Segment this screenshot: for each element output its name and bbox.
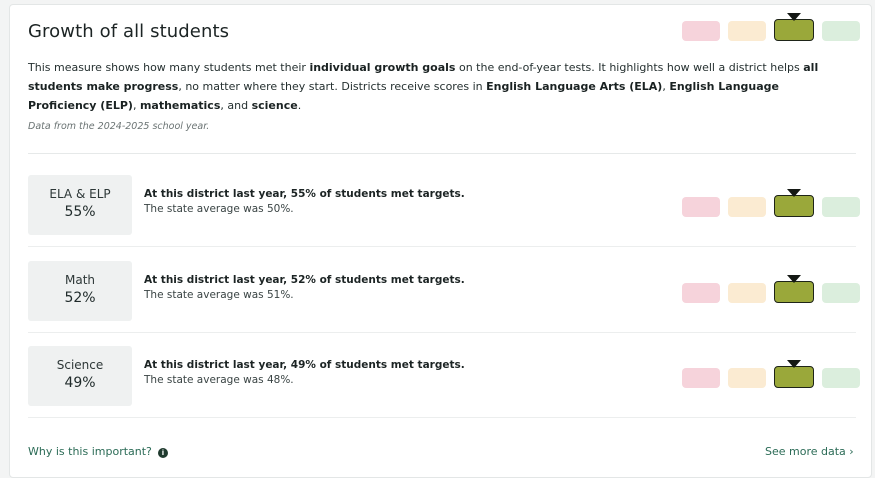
metric-rating-scale <box>682 360 860 388</box>
rating-segment-2 <box>728 197 766 217</box>
metric-rating-scale <box>682 189 860 217</box>
rating-marker-icon <box>787 275 801 283</box>
metric-state-average: The state average was 50%. <box>144 203 294 215</box>
metric-value: 55% <box>64 204 96 220</box>
description-text: . <box>297 99 302 112</box>
metric-label: Math <box>64 273 96 287</box>
metric-headline: At this district last year, 52% of stude… <box>144 274 465 286</box>
metric-row-ela-elp: ELA & ELP 55% At this district last year… <box>28 175 860 247</box>
metric-label: ELA & ELP <box>49 187 111 201</box>
rating-segment-4 <box>822 21 860 41</box>
description-text: This measure shows how many students met… <box>28 61 310 74</box>
card-title: Growth of all students <box>28 21 230 42</box>
description-text: , <box>132 99 140 112</box>
rating-segment-1 <box>682 21 720 41</box>
rating-segment-3-selected <box>774 275 814 303</box>
why-important-link[interactable]: Why is this important? i <box>28 445 168 458</box>
rating-segment-4 <box>822 283 860 303</box>
rating-segment-3-selected <box>774 360 814 388</box>
card-description: This measure shows how many students met… <box>28 58 848 115</box>
metric-state-average: The state average was 48%. <box>144 374 294 386</box>
rating-marker-icon <box>787 360 801 368</box>
metric-headline: At this district last year, 49% of stude… <box>144 359 465 371</box>
rating-segment-2 <box>728 21 766 41</box>
description-text: , and <box>220 99 252 112</box>
metric-badge: Science 49% <box>28 346 132 406</box>
data-source-note: Data from the 2024-2025 school year. <box>28 121 210 132</box>
metric-badge: Math 52% <box>28 261 132 321</box>
rating-segment-3-selected <box>774 13 814 41</box>
growth-card: Growth of all students This measure show… <box>9 4 872 478</box>
metric-value: 52% <box>64 290 96 306</box>
description-text: on the end-of-year tests. It highlights … <box>455 61 804 74</box>
description-emphasis: individual growth goals <box>309 61 456 74</box>
rating-segment-1 <box>682 368 720 388</box>
see-more-data-link[interactable]: See more data › <box>765 445 854 458</box>
overall-rating-scale <box>682 13 860 41</box>
metric-text: At this district last year, 49% of stude… <box>144 359 465 386</box>
row-divider <box>28 417 856 418</box>
row-divider <box>28 246 856 247</box>
rating-marker-icon <box>787 13 801 21</box>
metric-value: 49% <box>64 375 96 391</box>
rating-segment-3-selected <box>774 189 814 217</box>
rating-segment-2 <box>728 368 766 388</box>
rating-marker-icon <box>787 189 801 197</box>
rating-segment-4 <box>822 368 860 388</box>
metric-label: Science <box>56 358 104 372</box>
metric-rating-scale <box>682 275 860 303</box>
metric-text: At this district last year, 52% of stude… <box>144 274 465 301</box>
metric-row-math: Math 52% At this district last year, 52%… <box>28 261 860 333</box>
metric-badge: ELA & ELP 55% <box>28 175 132 235</box>
rating-segment-1 <box>682 197 720 217</box>
metric-headline: At this district last year, 55% of stude… <box>144 188 465 200</box>
info-icon: i <box>157 448 168 458</box>
description-emphasis: mathematics <box>139 99 221 112</box>
description-emphasis: science <box>251 99 298 112</box>
metric-text: At this district last year, 55% of stude… <box>144 188 465 215</box>
metric-state-average: The state average was 51%. <box>144 289 294 301</box>
rating-segment-1 <box>682 283 720 303</box>
description-emphasis: English Language Arts (ELA) <box>486 80 663 93</box>
metric-row-science: Science 49% At this district last year, … <box>28 346 860 418</box>
why-important-label: Why is this important? <box>28 445 152 458</box>
row-divider <box>28 332 856 333</box>
section-divider <box>28 153 856 154</box>
rating-segment-2 <box>728 283 766 303</box>
rating-segment-4 <box>822 197 860 217</box>
description-text: , no matter where they start. Districts … <box>178 80 487 93</box>
